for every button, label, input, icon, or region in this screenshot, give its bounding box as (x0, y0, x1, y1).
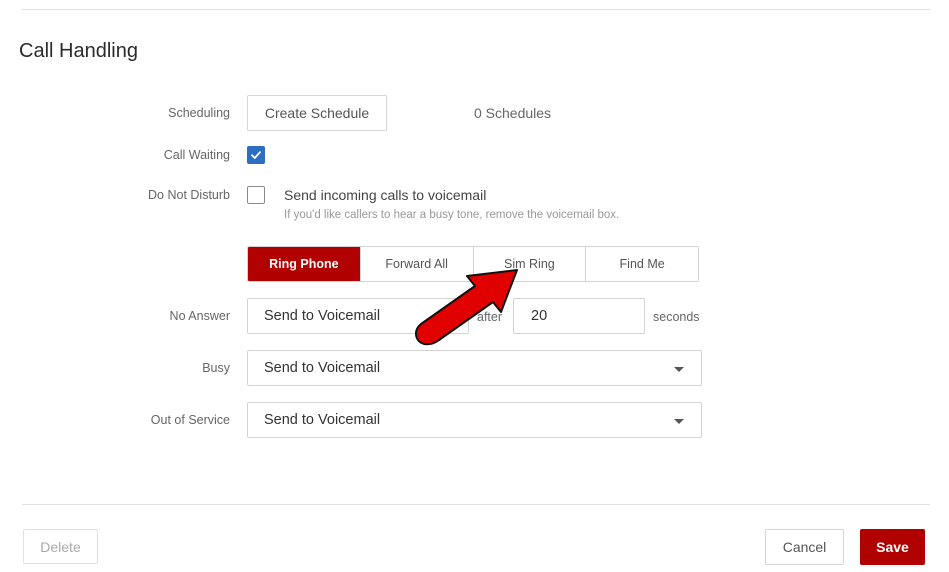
tab-ring-phone[interactable]: Ring Phone (248, 247, 360, 281)
tab-forward-all[interactable]: Forward All (359, 247, 473, 281)
out-of-service-select-value: Send to Voicemail (264, 412, 381, 428)
scheduling-label: Scheduling (168, 106, 230, 120)
chevron-down-icon (674, 419, 684, 424)
ring-mode-selector: Ring Phone Forward All Sim Ring Find Me (247, 246, 699, 282)
out-of-service-select[interactable]: Send to Voicemail (247, 402, 702, 438)
bottom-divider (22, 504, 930, 505)
after-label: after (477, 310, 503, 324)
schedules-count: 0 Schedules (474, 105, 552, 121)
seconds-value: 20 (531, 308, 548, 324)
chevron-down-icon (674, 367, 684, 372)
tab-sim-ring[interactable]: Sim Ring (472, 247, 586, 281)
no-answer-select-value: Send to Voicemail (264, 308, 381, 324)
delete-button[interactable]: Delete (23, 529, 98, 564)
seconds-label: seconds (653, 310, 700, 324)
tab-find-me[interactable]: Find Me (585, 247, 698, 281)
busy-select[interactable]: Send to Voicemail (247, 350, 702, 386)
checkmark-icon (251, 151, 261, 159)
busy-label: Busy (202, 361, 230, 375)
call-waiting-checkbox[interactable] (247, 146, 265, 164)
do-not-disturb-hint: If you'd like callers to hear a busy ton… (284, 209, 620, 221)
page-title: Call Handling (19, 40, 138, 62)
no-answer-select[interactable]: Send to Voicemail (247, 298, 469, 334)
call-waiting-label: Call Waiting (163, 148, 230, 162)
do-not-disturb-checkbox[interactable] (247, 186, 265, 204)
no-answer-label: No Answer (169, 309, 230, 323)
create-schedule-button[interactable]: Create Schedule (247, 95, 387, 131)
out-of-service-label: Out of Service (150, 413, 230, 427)
save-button[interactable]: Save (860, 529, 925, 565)
top-divider (22, 9, 930, 10)
do-not-disturb-option-label[interactable]: Send incoming calls to voicemail (284, 187, 486, 203)
do-not-disturb-label: Do Not Disturb (148, 188, 230, 202)
busy-select-value: Send to Voicemail (264, 360, 381, 376)
no-answer-seconds-input[interactable]: 20 (513, 298, 645, 334)
cancel-button[interactable]: Cancel (765, 529, 844, 565)
